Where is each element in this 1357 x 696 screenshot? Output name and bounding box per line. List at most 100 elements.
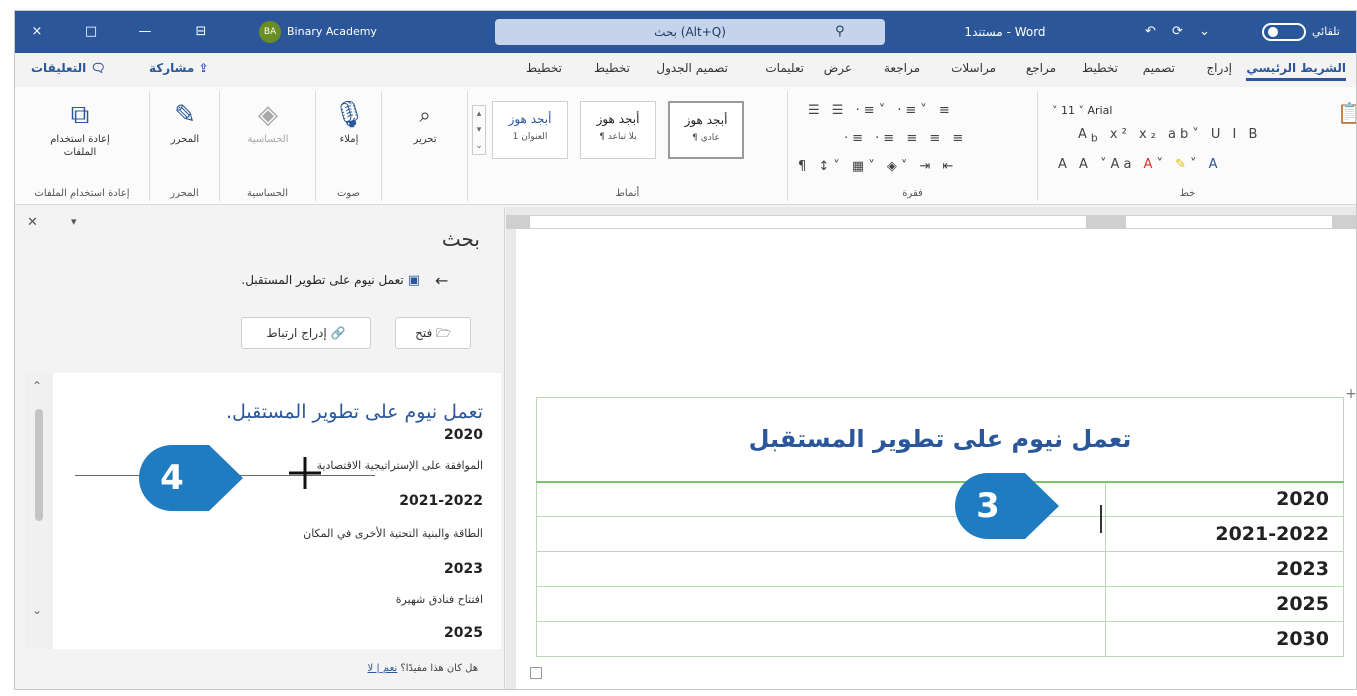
paragraph-mark-icon[interactable]: ¶ ↕˅ ▦˅ ◈˅ ⇥ ⇤ — [798, 159, 957, 174]
chevron-down-icon[interactable]: ▾ — [71, 215, 77, 228]
autosave-toggle[interactable]: تلقائي — [1262, 21, 1352, 43]
search-input[interactable]: بحث (Alt+Q) ⚲ — [495, 19, 885, 45]
font-color-buttons-icon[interactable]: A A ˅Aa A˅ ✎˅ A — [1058, 157, 1222, 172]
font-selector[interactable]: ˅ 11 ˅ Arial — [1052, 101, 1232, 121]
document-area: + تعمل نيوم على تطوير المستقبل 2020 2021… — [506, 207, 1356, 689]
style-heading1[interactable]: أبجد هوز العنوان 1 — [492, 101, 568, 159]
scroll-up-icon[interactable]: ⌃ — [32, 379, 42, 393]
toggle-switch-icon — [1262, 23, 1306, 41]
document-page[interactable]: + تعمل نيوم على تطوير المستقبل 2020 2021… — [516, 229, 1356, 689]
horizontal-ruler[interactable] — [506, 215, 1356, 229]
tab-help[interactable]: تعليمات — [765, 61, 804, 75]
tab-design[interactable]: تصميم — [1143, 61, 1175, 75]
list-buttons-icon[interactable]: ☰ ☰ ‧≡˅ ‧≡˅ ≡ — [808, 103, 954, 118]
sensitivity-label: الحساسية — [247, 134, 289, 145]
close-icon[interactable]: ✕ — [27, 215, 38, 230]
group-font: ˅ 11 ˅ Arial Ab x² x₂ ab˅ U I B A A ˅Aa … — [1037, 91, 1337, 201]
preview-event: الطاقة والبنية التحتية الأخرى في المكان — [303, 527, 483, 540]
year-cell[interactable]: 2023 — [1105, 551, 1344, 587]
style-heading1-name: العنوان 1 — [512, 132, 548, 142]
preview-year: 2023 — [444, 561, 483, 577]
style-heading1-sample: أبجد هوز — [508, 112, 552, 126]
event-cell[interactable] — [536, 586, 1106, 622]
scroll-thumb[interactable] — [35, 409, 43, 521]
event-cell[interactable] — [536, 551, 1106, 587]
group-styles: ▴ ▾ ⌄ أبجد هوز العنوان 1 أبجد هوز ¶ بلا تب… — [467, 91, 787, 201]
preview-title: تعمل نيوم على تطوير المستقبل. — [225, 401, 483, 423]
close-icon[interactable]: × — [23, 20, 51, 44]
group-sensitivity: ◈ الحساسية الحساسية — [219, 91, 315, 201]
group-label: الحساسية — [246, 188, 288, 199]
tab-insert[interactable]: إدراج — [1206, 61, 1232, 75]
word-window: × □ — ⊟ BA Binary Academy بحث (Alt+Q) ⚲ م… — [14, 10, 1357, 690]
year-cell[interactable]: 2021-2022 — [1105, 516, 1344, 552]
table-resize-handle[interactable] — [530, 667, 542, 679]
tab-layout[interactable]: تخطيط — [1082, 61, 1118, 75]
tab-references[interactable]: مراجع — [1026, 61, 1056, 75]
dictate-button[interactable]: 🎙 إملاء — [318, 97, 380, 146]
account-button[interactable]: BA Binary Academy — [259, 20, 419, 44]
year-cell[interactable]: 2030 — [1105, 621, 1344, 657]
step-3-number: 3 — [976, 486, 1000, 526]
event-cell[interactable] — [536, 621, 1106, 657]
preview-scrollbar[interactable]: ⌃ ⌄ — [25, 373, 53, 649]
sensitivity-button[interactable]: ◈ الحساسية — [237, 97, 299, 146]
minimize-icon[interactable]: — — [131, 20, 159, 44]
group-paragraph: ☰ ☰ ‧≡˅ ‧≡˅ ≡ ‧≡ ‧≡ ≡ ≡ ≡ ¶ ↕˅ ▦˅ ◈˅ ⇥ ⇤… — [787, 91, 1037, 201]
result-document[interactable]: ▣تعمل نيوم على تطوير المستقبل. — [241, 273, 420, 288]
table-title-cell[interactable]: تعمل نيوم على تطوير المستقبل — [536, 397, 1344, 482]
comments-label: التعليقات — [31, 61, 87, 75]
align-buttons-icon[interactable]: ‧≡ ‧≡ ≡ ≡ ≡ — [844, 131, 967, 146]
find-button[interactable]: ⌕ تحرير — [394, 97, 456, 146]
open-button[interactable]: 🗁 فتح — [395, 317, 471, 349]
insert-link-button[interactable]: 🔗 إدراج ارتباط — [241, 317, 371, 349]
ruler-margin — [1332, 216, 1356, 228]
style-no-spacing[interactable]: أبجد هوز ¶ بلا تباعد — [580, 101, 656, 159]
autosave-label: تلقائي — [1312, 25, 1340, 38]
comments-button[interactable]: 🗨 التعليقات — [31, 61, 106, 75]
step-4-number: 4 — [160, 458, 184, 498]
microphone-icon: 🎙 — [332, 100, 366, 130]
tab-draw[interactable]: تخطيط — [526, 61, 562, 75]
styles-scroll-icon[interactable]: ▴ ▾ ⌄ — [472, 105, 486, 155]
reuse-files-label: إعادة استخدام الملفات — [50, 134, 110, 158]
sensitivity-icon: ◈ — [258, 100, 278, 130]
reuse-files-button[interactable]: ⧉ إعادة استخدام الملفات — [49, 97, 111, 159]
tab-view[interactable]: عرض — [824, 61, 852, 75]
tab-mailings[interactable]: مراسلات — [951, 61, 996, 75]
preview-event: الموافقة على الإستراتيجية الاقتصادية — [316, 459, 483, 472]
ribbon-display-icon[interactable]: ⊟ — [187, 20, 215, 44]
year-cell[interactable]: 2025 — [1105, 586, 1344, 622]
year-cell[interactable]: 2020 — [1105, 480, 1344, 517]
undo-redo-icon[interactable]: ↶ ⟳ ⌄ — [1145, 20, 1245, 44]
tab-home[interactable]: الشريط الرئيسي — [1246, 61, 1346, 81]
result-preview[interactable]: ⌃ ⌄ تعمل نيوم على تطوير المستقبل. 2020 ا… — [25, 373, 501, 649]
style-normal[interactable]: أبجد هوز ¶ عادي — [668, 101, 744, 159]
ruler-margin — [506, 216, 530, 228]
group-label: أنماط — [615, 188, 640, 199]
font-style-buttons-icon[interactable]: Ab x² x₂ ab˅ U I B — [1078, 127, 1261, 145]
timeline-table[interactable]: تعمل نيوم على تطوير المستقبل 2020 2021-2… — [536, 397, 1344, 657]
restore-icon[interactable]: □ — [77, 20, 105, 44]
table-row: 2020 — [536, 480, 1344, 517]
tab-table-design[interactable]: تصميم الجدول — [656, 61, 728, 75]
ruler-column-marker[interactable] — [1086, 216, 1126, 228]
preview-year: 2025 — [444, 625, 483, 641]
preview-year: 2021-2022 — [399, 493, 483, 509]
step-3-callout: 3 — [955, 473, 1061, 539]
editor-pen-icon: ✎ — [174, 100, 196, 130]
scroll-down-icon[interactable]: ⌄ — [32, 603, 42, 617]
table-title-row: تعمل نيوم على تطوير المستقبل — [536, 397, 1344, 482]
clipboard-icon[interactable]: 📋 — [1337, 101, 1356, 125]
navigation-pane: ✕ ▾ بحث ← ▣تعمل نيوم على تطوير المستقبل.… — [15, 207, 505, 689]
back-arrow-icon[interactable]: ← — [435, 271, 448, 290]
editor-button[interactable]: ✎ المحرر — [154, 97, 216, 146]
share-button[interactable]: ⇪ مشاركة — [149, 61, 209, 75]
style-nospacing-sample: أبجد هوز — [596, 112, 640, 126]
feedback-link[interactable]: نعم | لا — [368, 663, 398, 674]
table-add-icon[interactable]: + — [1344, 387, 1356, 401]
tab-review[interactable]: مراجعة — [884, 61, 920, 75]
table-row: 2023 — [536, 551, 1344, 587]
tab-table-layout[interactable]: تخطيط — [594, 61, 630, 75]
table-row: 2021-2022 — [536, 516, 1344, 552]
